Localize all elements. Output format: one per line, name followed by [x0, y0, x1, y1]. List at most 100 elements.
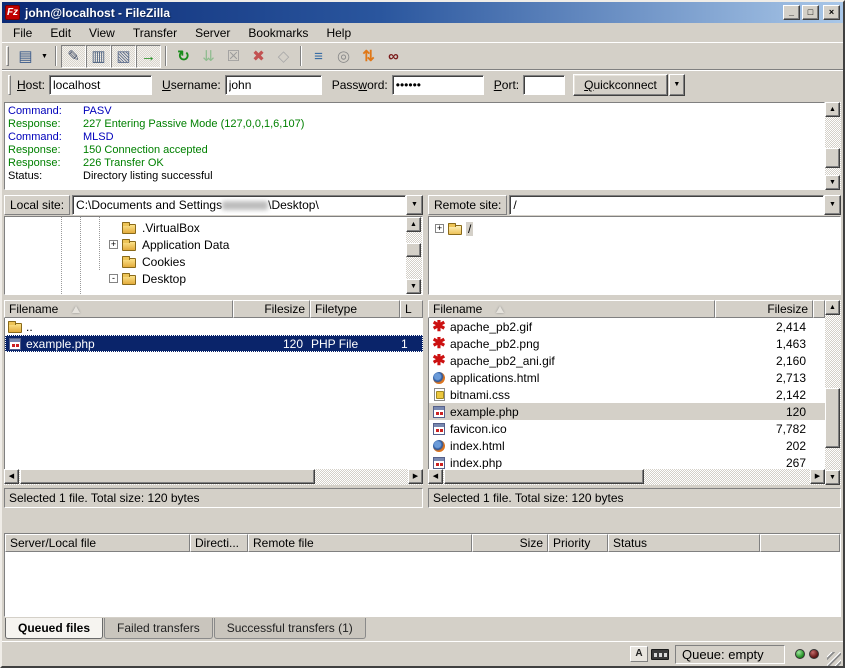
remote-file-list[interactable]: ✱apache_pb2.gif 2,414 ✱apache_pb2.png 1,…: [428, 318, 825, 469]
find-files-button[interactable]: ∞: [381, 45, 406, 68]
toggle-queue-button[interactable]: →: [136, 45, 161, 68]
file-row[interactable]: favicon.ico 7,782: [429, 420, 825, 437]
scroll-left-icon[interactable]: ◀: [4, 469, 19, 484]
local-path-dropdown[interactable]: ▼: [406, 195, 423, 215]
minimize-button[interactable]: _: [783, 5, 800, 20]
remote-horizontal-scrollbar[interactable]: ◀ ▶: [428, 469, 825, 485]
tab-successful-transfers[interactable]: Successful transfers (1): [214, 618, 366, 639]
scrollbar-thumb[interactable]: [444, 469, 644, 484]
column-header-filename[interactable]: Filename: [428, 300, 715, 318]
remote-vertical-scrollbar[interactable]: ▲ ▼: [825, 300, 841, 485]
refresh-button[interactable]: ↻: [171, 45, 196, 68]
file-row[interactable]: ✱apache_pb2_ani.gif 2,160: [429, 352, 825, 369]
toggle-local-tree-button[interactable]: ▥: [86, 45, 111, 68]
tree-item[interactable]: + /: [435, 220, 473, 237]
column-header-direction[interactable]: Directi...: [190, 534, 248, 552]
synchronized-browsing-button[interactable]: ⇅: [356, 45, 381, 68]
site-manager-button[interactable]: ▤: [13, 45, 38, 68]
directory-comparison-button[interactable]: ◎: [331, 45, 356, 68]
scrollbar-thumb[interactable]: [825, 148, 840, 168]
column-header-filesize[interactable]: Filesize: [715, 300, 813, 318]
scroll-up-icon[interactable]: ▲: [825, 102, 840, 117]
local-horizontal-scrollbar[interactable]: ◀ ▶: [4, 469, 423, 485]
site-manager-dropdown[interactable]: ▼: [38, 45, 51, 68]
tree-item[interactable]: .VirtualBox: [109, 219, 202, 236]
expand-icon[interactable]: +: [435, 224, 444, 233]
menu-transfer[interactable]: Transfer: [124, 24, 186, 42]
cancel-operation-button[interactable]: ☒: [221, 45, 246, 68]
host-input[interactable]: [49, 75, 152, 95]
maximize-button[interactable]: □: [802, 5, 819, 20]
scroll-down-icon[interactable]: ▼: [406, 279, 421, 294]
tab-queued-files[interactable]: Queued files: [5, 618, 103, 639]
menu-help[interactable]: Help: [317, 24, 360, 42]
local-tree-scrollbar[interactable]: ▲ ▼: [406, 217, 422, 294]
column-header-remote-file[interactable]: Remote file: [248, 534, 472, 552]
file-row[interactable]: ✱apache_pb2.png 1,463: [429, 335, 825, 352]
quickconnect-dropdown[interactable]: ▼: [669, 74, 685, 96]
column-header-filetype[interactable]: Filetype: [310, 300, 400, 318]
column-header-size[interactable]: Size: [472, 534, 548, 552]
scroll-up-icon[interactable]: ▲: [825, 300, 840, 315]
tree-item[interactable]: + Application Data: [109, 236, 231, 253]
reconnect-button[interactable]: ◇: [271, 45, 296, 68]
scroll-right-icon[interactable]: ▶: [810, 469, 825, 484]
column-header-priority[interactable]: Priority: [548, 534, 608, 552]
quickconnect-grip[interactable]: [8, 75, 11, 95]
port-input[interactable]: [523, 75, 565, 95]
scroll-down-icon[interactable]: ▼: [825, 470, 840, 485]
column-header-filename[interactable]: Filename: [4, 300, 233, 318]
menu-view[interactable]: View: [80, 24, 124, 42]
toggle-message-log-button[interactable]: ✎: [61, 45, 86, 68]
tree-item[interactable]: - Desktop: [109, 270, 188, 287]
process-queue-button[interactable]: ⇊: [196, 45, 221, 68]
file-row[interactable]: ..: [5, 318, 423, 335]
file-row[interactable]: ✱apache_pb2.gif 2,414: [429, 318, 825, 335]
toolbar-grip[interactable]: [6, 46, 9, 66]
scroll-up-icon[interactable]: ▲: [406, 217, 421, 232]
menu-file[interactable]: File: [4, 24, 41, 42]
column-header-server-local-file[interactable]: Server/Local file: [5, 534, 190, 552]
local-file-list[interactable]: .. example.php 120 PHP File 1: [4, 318, 423, 469]
collapse-icon[interactable]: -: [109, 274, 118, 283]
file-row[interactable]: bitnami.css 2,142: [429, 386, 825, 403]
tree-item[interactable]: Cookies: [109, 253, 187, 270]
remote-path-dropdown[interactable]: ▼: [824, 195, 841, 215]
scroll-down-icon[interactable]: ▼: [825, 175, 840, 190]
column-header-status[interactable]: Status: [608, 534, 760, 552]
close-button[interactable]: ×: [823, 5, 840, 20]
remote-site-combo[interactable]: / ▼: [509, 195, 841, 215]
queue-body[interactable]: [5, 552, 840, 616]
file-row[interactable]: applications.html 2,713: [429, 369, 825, 386]
username-input[interactable]: [225, 75, 322, 95]
tab-failed-transfers[interactable]: Failed transfers: [104, 618, 213, 639]
expand-icon[interactable]: +: [109, 240, 118, 249]
menu-edit[interactable]: Edit: [41, 24, 80, 42]
remote-directory-tree[interactable]: + /: [429, 217, 840, 294]
log-vertical-scrollbar[interactable]: ▲ ▼: [825, 102, 841, 190]
remote-path[interactable]: /: [509, 195, 824, 215]
local-site-combo[interactable]: C:\Documents and Settings\Desktop\ ▼: [72, 195, 423, 215]
quickconnect-button[interactable]: Quickconnect: [573, 74, 668, 96]
column-header-lastmodified[interactable]: L: [400, 300, 423, 318]
scroll-right-icon[interactable]: ▶: [408, 469, 423, 484]
resize-grip[interactable]: [827, 652, 841, 666]
menu-server[interactable]: Server: [186, 24, 239, 42]
data-type-indicator-icon[interactable]: A: [630, 646, 648, 662]
scrollbar-thumb[interactable]: [20, 469, 315, 484]
toggle-remote-tree-button[interactable]: ▧: [111, 45, 136, 68]
password-input[interactable]: [392, 75, 484, 95]
file-row-selected[interactable]: example.php 120: [429, 403, 825, 420]
file-row[interactable]: index.html 202: [429, 437, 825, 454]
menu-bookmarks[interactable]: Bookmarks: [239, 24, 317, 42]
message-log[interactable]: Command:PASV Response:227 Entering Passi…: [4, 102, 825, 190]
local-path[interactable]: C:\Documents and Settings\Desktop\: [72, 195, 406, 215]
scrollbar-thumb[interactable]: [825, 388, 840, 448]
scroll-left-icon[interactable]: ◀: [428, 469, 443, 484]
column-header-filesize[interactable]: Filesize: [233, 300, 310, 318]
disconnect-button[interactable]: ✖: [246, 45, 271, 68]
file-row[interactable]: index.php 267: [429, 454, 825, 469]
scrollbar-thumb[interactable]: [406, 243, 421, 257]
filter-button[interactable]: ≡: [306, 45, 331, 68]
speed-limits-icon[interactable]: [651, 649, 669, 660]
